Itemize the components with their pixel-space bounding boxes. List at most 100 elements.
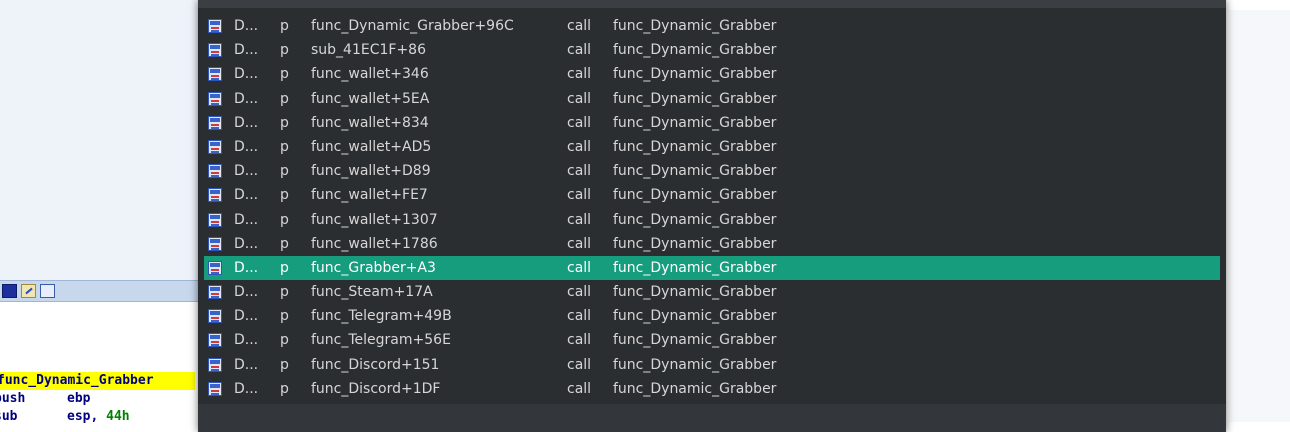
disassembly-listing: func_Dynamic_Grabber push ebp sub esp, 44h <box>0 372 200 426</box>
xref-icon <box>208 212 222 227</box>
xref-icon <box>208 19 222 33</box>
xrefs-dialog: D... p func_Dynamic_Grabber+96C call fun… <box>198 0 1226 432</box>
xref-type: p <box>280 259 289 276</box>
xref-type: p <box>280 235 289 252</box>
xref-direction: D... <box>234 259 259 276</box>
xref-icon <box>208 285 222 300</box>
xref-row[interactable]: D... p func_wallet+834 call func_Dynamic… <box>204 111 1220 135</box>
xref-direction: D... <box>234 42 259 59</box>
xref-kind: call <box>567 66 592 83</box>
xref-type: p <box>280 42 289 59</box>
xref-address: sub_41EC1F+86 <box>311 42 426 59</box>
xref-type: p <box>280 66 289 83</box>
xref-target: func_Dynamic_Grabber <box>613 308 777 325</box>
xref-direction: D... <box>234 66 259 83</box>
xref-row-selected[interactable]: D... p func_Grabber+A3 call func_Dynamic… <box>204 255 1220 281</box>
xref-type: p <box>280 284 289 301</box>
graph-view-icon[interactable] <box>2 284 17 298</box>
xref-direction: D... <box>234 356 259 373</box>
xref-direction: D... <box>234 187 259 204</box>
xref-address: func_wallet+834 <box>311 114 429 131</box>
xref-icon <box>208 115 222 130</box>
edit-icon[interactable] <box>21 284 36 298</box>
xref-target: func_Dynamic_Grabber <box>613 259 777 276</box>
xref-kind: call <box>567 18 592 34</box>
xref-icon <box>208 139 222 154</box>
mnemonic: push <box>0 391 26 406</box>
ida-view-panel: func_Dynamic_Grabber push ebp sub esp, 44h <box>0 0 200 432</box>
xref-direction: D... <box>234 163 259 180</box>
xrefs-footer <box>198 404 1226 432</box>
xref-address: func_Discord+151 <box>311 356 440 373</box>
xref-target: func_Dynamic_Grabber <box>613 380 777 397</box>
xrefs-list: D... p func_Dynamic_Grabber+96C call fun… <box>204 14 1220 401</box>
xref-address: func_Grabber+A3 <box>311 259 436 276</box>
xref-target: func_Dynamic_Grabber <box>613 211 777 228</box>
xref-row[interactable]: D... p func_wallet+1307 call func_Dynami… <box>204 208 1220 232</box>
xref-row[interactable]: D... p func_wallet+346 call func_Dynamic… <box>204 62 1220 86</box>
xref-address: func_Telegram+49B <box>311 308 452 325</box>
xref-direction: D... <box>234 332 259 349</box>
xref-direction: D... <box>234 380 259 397</box>
xref-row[interactable]: D... p func_Telegram+49B call func_Dynam… <box>204 304 1220 328</box>
xref-target: func_Dynamic_Grabber <box>613 90 777 107</box>
xref-direction: D... <box>234 138 259 155</box>
mnemonic: sub <box>0 409 18 424</box>
xref-direction: D... <box>234 235 259 252</box>
xref-icon <box>208 236 222 251</box>
xref-direction: D... <box>234 90 259 107</box>
xref-address: func_Discord+1DF <box>311 380 441 397</box>
xref-kind: call <box>567 163 592 180</box>
xref-kind: call <box>567 308 592 325</box>
xref-direction: D... <box>234 114 259 131</box>
xref-type: p <box>280 138 289 155</box>
xref-target: func_Dynamic_Grabber <box>613 66 777 83</box>
xref-address: func_wallet+5EA <box>311 90 430 107</box>
xref-row[interactable]: D... p func_Steam+17A call func_Dynamic_… <box>204 280 1220 304</box>
xref-type: p <box>280 114 289 131</box>
xref-row[interactable]: D... p func_wallet+5EA call func_Dynamic… <box>204 87 1220 111</box>
function-name-label[interactable]: func_Dynamic_Grabber <box>0 372 195 390</box>
ida-view-background <box>0 0 200 280</box>
xref-kind: call <box>567 380 592 397</box>
xref-address: func_wallet+AD5 <box>311 138 432 155</box>
code-line[interactable]: sub esp, 44h <box>0 408 200 426</box>
xref-type: p <box>280 90 289 107</box>
xref-type: p <box>280 18 289 34</box>
xref-icon <box>208 309 222 324</box>
xref-type: p <box>280 380 289 397</box>
xref-icon <box>208 357 222 372</box>
xref-icon[interactable] <box>40 284 55 298</box>
xref-address: func_wallet+346 <box>311 66 429 83</box>
xref-kind: call <box>567 259 592 276</box>
xrefs-header <box>198 0 1226 8</box>
xref-target: func_Dynamic_Grabber <box>613 332 777 349</box>
xref-type: p <box>280 163 289 180</box>
xref-kind: call <box>567 114 592 131</box>
xref-row[interactable]: D... p func_Telegram+56E call func_Dynam… <box>204 328 1220 352</box>
xref-direction: D... <box>234 308 259 325</box>
xref-target: func_Dynamic_Grabber <box>613 18 777 34</box>
xref-address: func_wallet+1307 <box>311 211 438 228</box>
xref-row[interactable]: D... p func_Discord+1DF call func_Dynami… <box>204 377 1220 401</box>
xref-address: func_Telegram+56E <box>311 332 451 349</box>
xref-target: func_Dynamic_Grabber <box>613 42 777 59</box>
xref-direction: D... <box>234 211 259 228</box>
xref-row[interactable]: D... p func_wallet+1786 call func_Dynami… <box>204 232 1220 256</box>
xref-target: func_Dynamic_Grabber <box>613 235 777 252</box>
xref-row[interactable]: D... p func_wallet+D89 call func_Dynamic… <box>204 159 1220 183</box>
code-line[interactable]: push ebp <box>0 390 200 408</box>
xref-kind: call <box>567 138 592 155</box>
xref-target: func_Dynamic_Grabber <box>613 114 777 131</box>
xref-kind: call <box>567 42 592 59</box>
xref-target: func_Dynamic_Grabber <box>613 187 777 204</box>
xref-row[interactable]: D... p func_Discord+151 call func_Dynami… <box>204 353 1220 377</box>
xref-row[interactable]: D... p func_Dynamic_Grabber+96C call fun… <box>204 14 1220 38</box>
xref-kind: call <box>567 235 592 252</box>
xref-address: func_Steam+17A <box>311 284 433 301</box>
xref-row[interactable]: D... p func_wallet+AD5 call func_Dynamic… <box>204 135 1220 159</box>
xref-row[interactable]: D... p func_wallet+FE7 call func_Dynamic… <box>204 183 1220 207</box>
xref-type: p <box>280 211 289 228</box>
xref-row[interactable]: D... p sub_41EC1F+86 call func_Dynamic_G… <box>204 38 1220 62</box>
right-scroll-area <box>1229 10 1290 422</box>
